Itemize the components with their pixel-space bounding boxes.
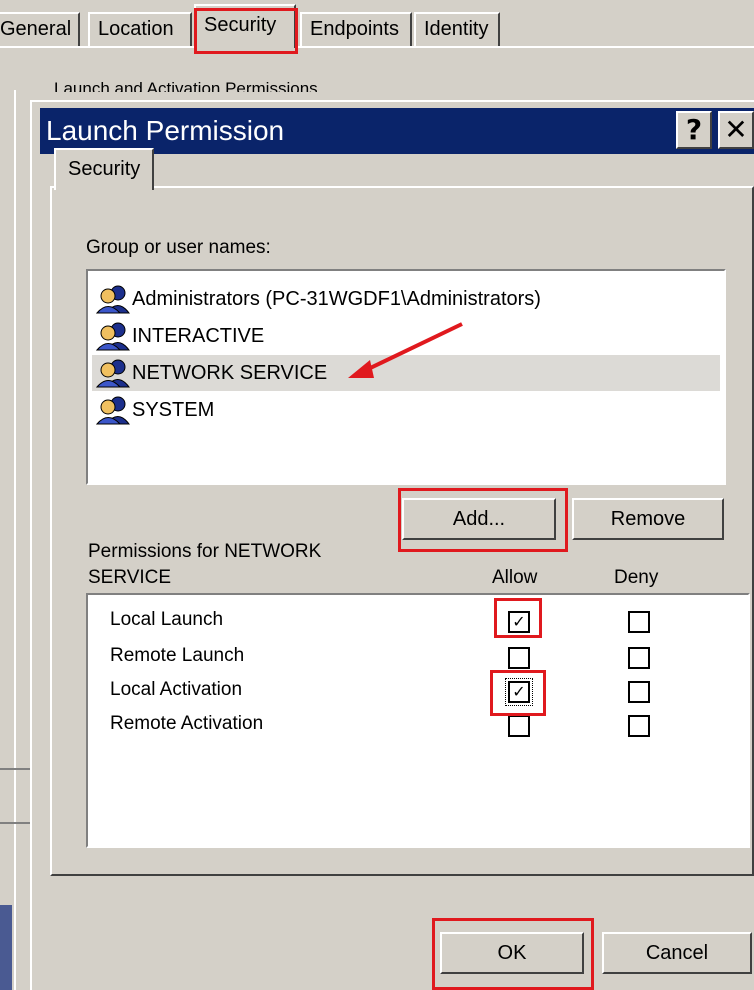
- cancel-button[interactable]: Cancel: [602, 932, 752, 974]
- remove-button[interactable]: Remove: [572, 498, 724, 540]
- list-item-label: SYSTEM: [132, 398, 215, 421]
- users-group-icon: [96, 322, 130, 351]
- deny-checkbox[interactable]: [628, 647, 650, 669]
- permission-label: Local Launch: [110, 609, 224, 630]
- tab-identity-label: Identity: [424, 18, 489, 40]
- close-button[interactable]: ✕: [718, 111, 754, 149]
- users-group-icon: [96, 396, 130, 425]
- tab-location[interactable]: Location: [88, 12, 192, 46]
- help-button[interactable]: ?: [676, 111, 712, 149]
- deny-checkbox[interactable]: [628, 611, 650, 633]
- list-item-label: NETWORK SERVICE: [132, 361, 328, 384]
- allow-checkbox[interactable]: [508, 715, 530, 737]
- tab-general-label: General: [0, 18, 72, 40]
- users-group-icon: [96, 359, 130, 388]
- tab-security-dialog[interactable]: Security: [54, 148, 155, 190]
- list-item[interactable]: SYSTEM: [92, 392, 720, 428]
- allow-column-header: Allow: [492, 567, 538, 588]
- divider: [0, 822, 32, 824]
- list-item-label: INTERACTIVE: [132, 324, 265, 347]
- permission-row: Local Activation ✓: [88, 673, 748, 709]
- panel-top-edge: [0, 46, 754, 48]
- tab-security-dialog-label: Security: [68, 158, 141, 180]
- ok-button[interactable]: OK: [440, 932, 584, 974]
- allow-checkbox[interactable]: ✓: [508, 611, 530, 633]
- tab-identity[interactable]: Identity: [414, 12, 500, 46]
- permissions-for-label: Permissions for NETWORK: [88, 541, 322, 562]
- add-button[interactable]: Add...: [402, 498, 556, 540]
- users-group-icon: [96, 285, 130, 314]
- tab-general[interactable]: General: [0, 12, 80, 46]
- deny-checkbox[interactable]: [628, 715, 650, 737]
- taskbar-fragment: [0, 905, 12, 990]
- group-caption: Launch and Activation Permissions: [54, 80, 318, 92]
- permission-label: Local Activation: [110, 679, 243, 700]
- permission-label: Remote Launch: [110, 645, 245, 666]
- panel-left-edge: [14, 90, 16, 990]
- tab-security[interactable]: Security: [194, 4, 296, 48]
- group-or-user-names-label: Group or user names:: [86, 237, 271, 258]
- deny-column-header: Deny: [614, 567, 659, 588]
- tab-security-label: Security: [204, 14, 277, 36]
- list-item[interactable]: Administrators (PC-31WGDF1\Administrator…: [92, 281, 720, 317]
- tab-endpoints-label: Endpoints: [310, 18, 399, 40]
- dialog-title: Launch Permission: [46, 115, 285, 146]
- list-item-label: Administrators (PC-31WGDF1\Administrator…: [132, 287, 541, 310]
- permissions-for-label-line2: SERVICE: [88, 567, 172, 588]
- allow-checkbox[interactable]: ✓: [505, 678, 533, 706]
- permission-row: Local Launch ✓: [88, 603, 748, 639]
- permission-row: Remote Activation: [88, 707, 748, 743]
- deny-checkbox[interactable]: [628, 681, 650, 703]
- allow-checkbox[interactable]: [508, 647, 530, 669]
- permissions-list: Local Launch ✓ Remote Launch Local Activ…: [86, 593, 750, 848]
- tab-location-label: Location: [98, 18, 174, 40]
- permission-label: Remote Activation: [110, 713, 264, 734]
- tab-endpoints[interactable]: Endpoints: [300, 12, 412, 46]
- permission-row: Remote Launch: [88, 639, 748, 675]
- annotation-arrow-icon: [348, 322, 463, 378]
- divider: [0, 768, 32, 770]
